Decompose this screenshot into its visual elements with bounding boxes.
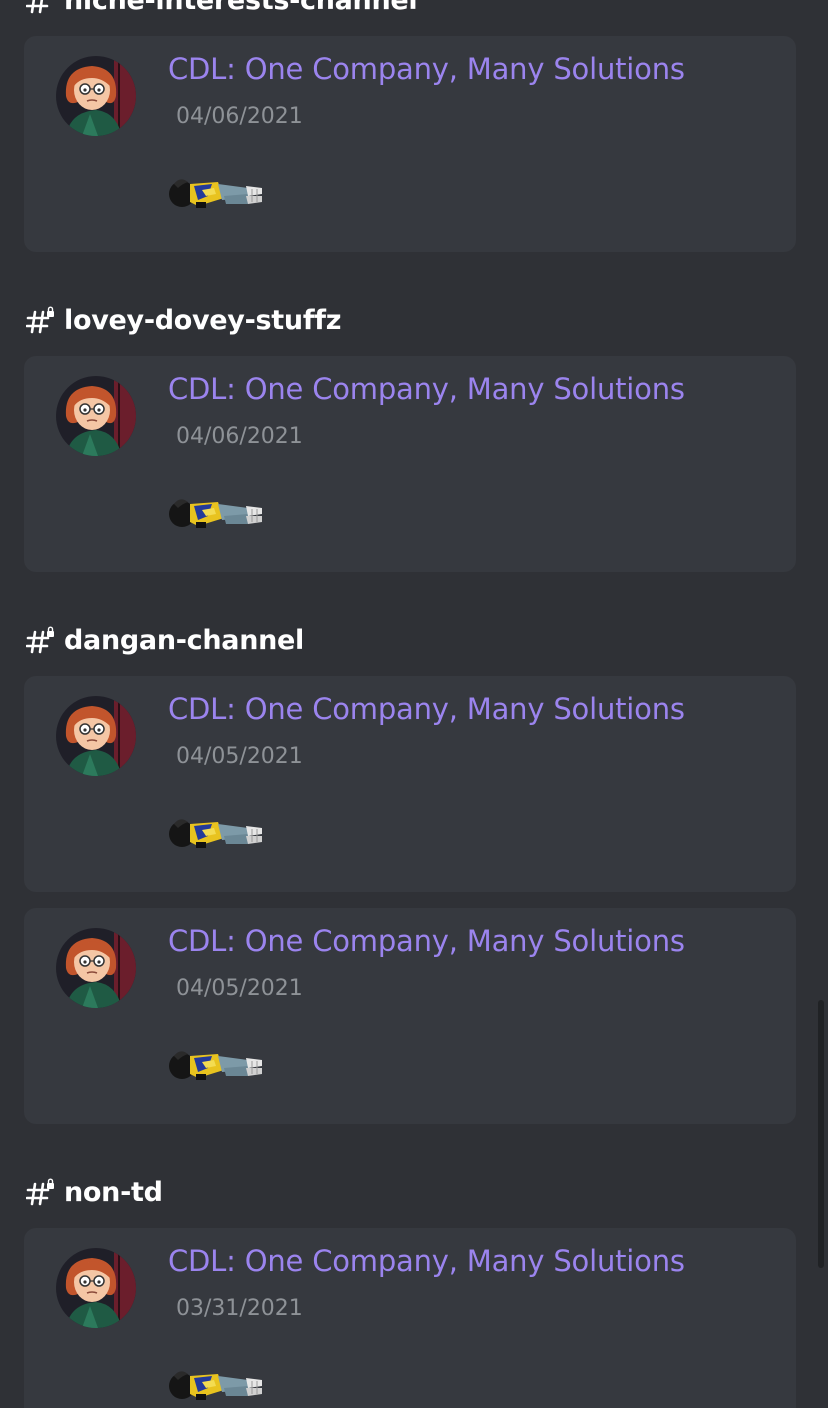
locked-channel-hash-icon: [26, 625, 56, 655]
message-timestamp: 04/06/2021: [176, 104, 303, 129]
message-card[interactable]: CDL: One Company, Many Solutions 04/06/2…: [24, 36, 796, 252]
channel-header[interactable]: lovey-dovey-stuffz: [26, 300, 341, 340]
channel-name: niche-interests-channel: [64, 0, 418, 16]
channel-header[interactable]: non-td: [26, 1172, 163, 1212]
scrollbar-thumb[interactable]: [818, 1000, 824, 1268]
avatar[interactable]: [56, 928, 136, 1008]
message-timestamp: 03/31/2021: [176, 1296, 303, 1321]
message-title-link[interactable]: CDL: One Company, Many Solutions: [168, 692, 685, 726]
channel-header[interactable]: dangan-channel: [26, 620, 304, 660]
sticker-image: [168, 814, 264, 854]
channel-name: dangan-channel: [64, 624, 304, 656]
sticker-image: [168, 1366, 264, 1406]
avatar[interactable]: [56, 696, 136, 776]
message-title-link[interactable]: CDL: One Company, Many Solutions: [168, 924, 685, 958]
avatar[interactable]: [56, 56, 136, 136]
message-timestamp: 04/05/2021: [176, 976, 303, 1001]
locked-channel-hash-icon: [26, 0, 56, 15]
avatar[interactable]: [56, 376, 136, 456]
message-card[interactable]: CDL: One Company, Many Solutions 04/05/2…: [24, 908, 796, 1124]
message-timestamp: 04/06/2021: [176, 424, 303, 449]
channel-pins-list: niche-interests-channel CDL: One Company…: [0, 0, 828, 1408]
message-card[interactable]: CDL: One Company, Many Solutions 04/06/2…: [24, 356, 796, 572]
channel-name: lovey-dovey-stuffz: [64, 304, 342, 336]
avatar[interactable]: [56, 1248, 136, 1328]
message-card[interactable]: CDL: One Company, Many Solutions 03/31/2…: [24, 1228, 796, 1408]
message-timestamp: 04/05/2021: [176, 744, 303, 769]
message-title-link[interactable]: CDL: One Company, Many Solutions: [168, 52, 685, 86]
message-card[interactable]: CDL: One Company, Many Solutions 04/05/2…: [24, 676, 796, 892]
message-title-link[interactable]: CDL: One Company, Many Solutions: [168, 1244, 685, 1278]
sticker-image: [168, 494, 264, 534]
sticker-image: [168, 174, 264, 214]
channel-header[interactable]: niche-interests-channel: [26, 0, 418, 20]
sticker-image: [168, 1046, 264, 1086]
channel-name: non-td: [64, 1176, 163, 1208]
locked-channel-hash-icon: [26, 305, 56, 335]
message-title-link[interactable]: CDL: One Company, Many Solutions: [168, 372, 685, 406]
locked-channel-hash-icon: [26, 1177, 56, 1207]
